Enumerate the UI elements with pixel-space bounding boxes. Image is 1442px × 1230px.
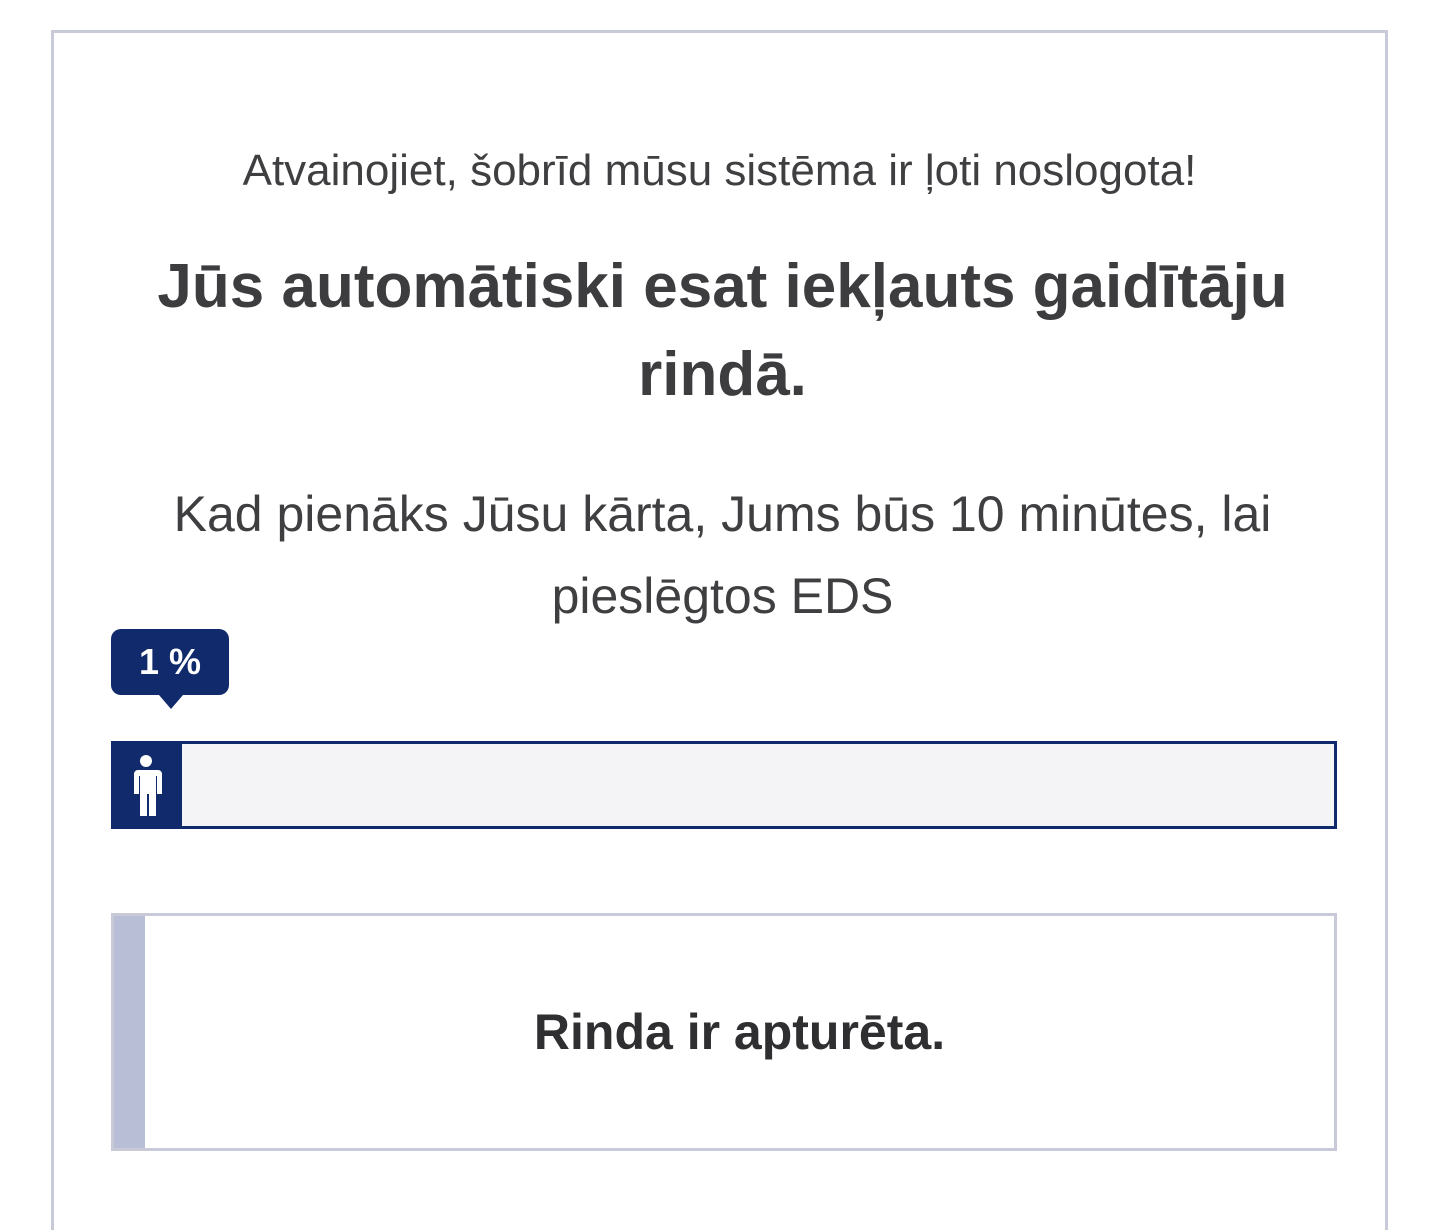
queue-status-notice: Rinda ir apturēta.	[111, 913, 1337, 1151]
progress-bar-fill	[114, 744, 182, 826]
progress-percent-tooltip: 1 %	[111, 629, 229, 709]
queue-card: Atvainojiet, šobrīd mūsu sistēma ir ļoti…	[51, 30, 1388, 1230]
queue-info-text: Kad pienāks Jūsu kārta, Jums būs 10 minū…	[173, 486, 1272, 624]
person-icon	[134, 755, 162, 816]
progress-bar	[111, 741, 1337, 829]
queue-progress: 1 %	[108, 629, 1337, 829]
notice-accent-bar	[114, 916, 145, 1148]
apology-message: Atvainojiet, šobrīd mūsu sistēma ir ļoti…	[242, 146, 1197, 195]
queue-status-text: Rinda ir apturēta.	[533, 1004, 946, 1060]
queue-headline: Jūs automātiski esat iekļauts gaidītāju …	[157, 252, 1288, 409]
